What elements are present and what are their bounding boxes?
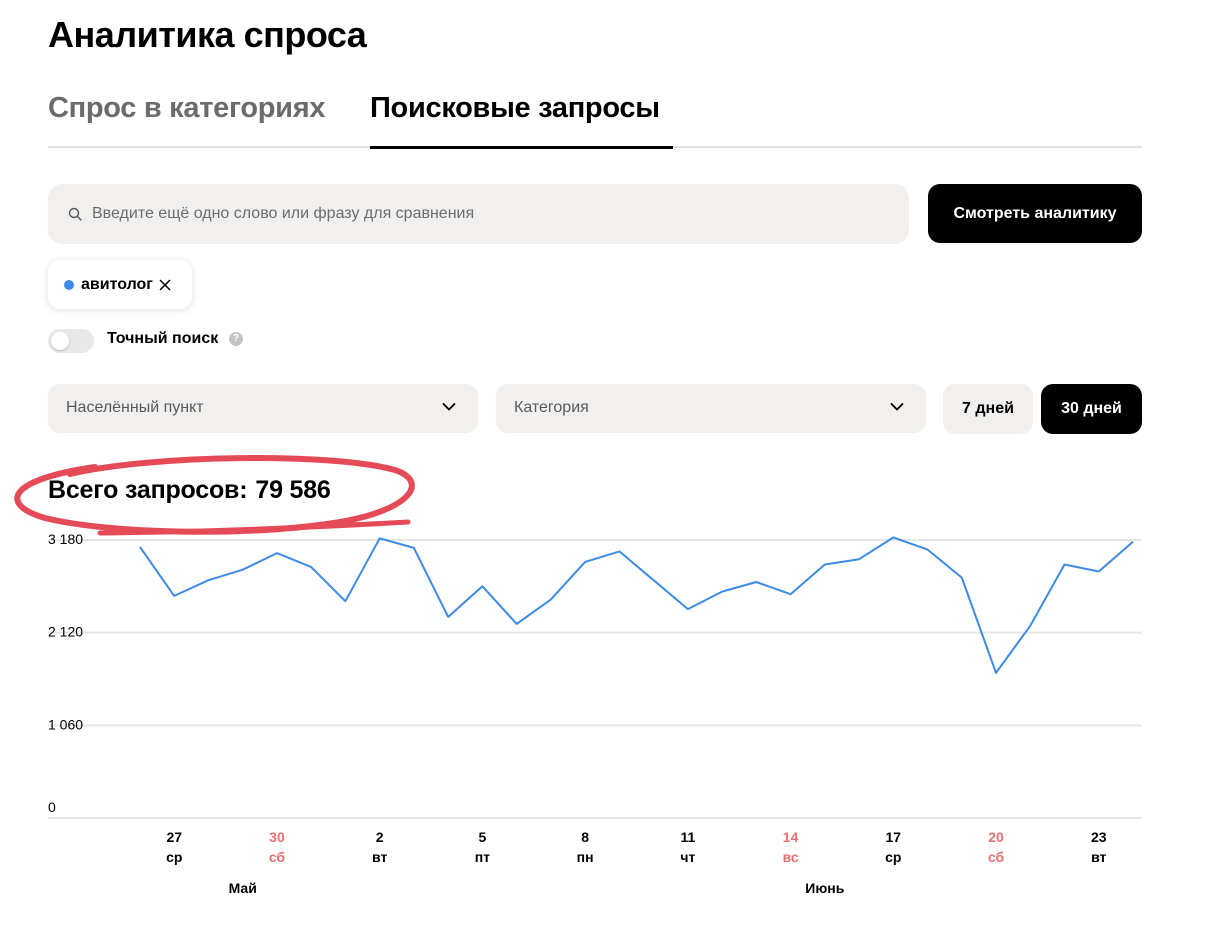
period-7-days-button[interactable]: 7 дней: [943, 384, 1033, 434]
x-tick-weekday: вт: [372, 849, 387, 865]
total-requests: Всего запросов: 79 586: [48, 476, 331, 505]
tab-category-demand[interactable]: Спрос в категориях: [48, 92, 325, 125]
search-input[interactable]: [92, 184, 892, 244]
help-icon[interactable]: ?: [229, 332, 243, 346]
y-tick-label: 2 120: [48, 624, 83, 640]
chevron-down-icon: [442, 403, 456, 411]
x-month-label: Июнь: [805, 880, 844, 896]
x-tick-day: 5: [479, 829, 487, 845]
x-tick-day: 8: [581, 829, 589, 845]
total-requests-value: 79 586: [255, 476, 331, 504]
exact-search-label: Точный поиск: [107, 330, 219, 347]
keyword-chip-label: авитолог: [81, 275, 153, 293]
city-select[interactable]: Населённый пункт: [48, 384, 478, 433]
y-tick-label: 1 060: [48, 716, 83, 732]
toggle-knob: [51, 332, 69, 350]
active-tab-indicator: [370, 146, 673, 149]
x-tick-day: 23: [1091, 829, 1107, 845]
city-select-label: Населённый пункт: [66, 399, 204, 416]
x-tick-day: 14: [783, 829, 799, 845]
x-tick-weekday: пн: [577, 849, 594, 865]
x-tick-day: 27: [166, 829, 182, 845]
view-analytics-button[interactable]: Смотреть аналитику: [928, 184, 1142, 243]
x-month-label: Май: [229, 880, 257, 896]
category-select-label: Категория: [514, 399, 589, 416]
x-tick-weekday: сб: [988, 849, 1005, 865]
x-tick-weekday: пт: [475, 849, 490, 865]
tab-search-queries[interactable]: Поисковые запросы: [370, 92, 660, 125]
x-tick-day: 11: [680, 829, 695, 845]
search-box[interactable]: [48, 184, 909, 244]
y-tick-label: 0: [48, 799, 56, 815]
keyword-chip: авитолог: [48, 260, 192, 309]
exact-search-toggle[interactable]: [48, 329, 94, 353]
x-tick-weekday: ср: [885, 849, 901, 865]
x-tick-day: 2: [376, 829, 384, 845]
x-tick-day: 17: [886, 829, 902, 845]
chart-series: [139, 536, 1134, 674]
chart-gridlines: [48, 539, 1142, 819]
y-tick-label: 3 180: [48, 531, 83, 547]
close-icon[interactable]: [158, 278, 172, 292]
x-tick-weekday: ср: [166, 849, 182, 865]
period-30-days-button[interactable]: 30 дней: [1041, 384, 1142, 434]
x-tick-day: 20: [988, 829, 1004, 845]
demand-chart: 0 1 060 2 120 3 180 27 ср 30 сб 2 вт 5 пт 8 пн 11 чт 14…: [48, 531, 1142, 896]
x-tick-weekday: вт: [1091, 849, 1106, 865]
x-tick-day: 30: [269, 829, 285, 845]
x-tick-weekday: вс: [783, 849, 799, 865]
x-tick-weekday: чт: [680, 849, 695, 865]
search-icon: [68, 207, 82, 221]
page-title: Аналитика спроса: [48, 14, 367, 55]
series-line: [139, 536, 1134, 674]
series-color-dot: [64, 279, 74, 290]
total-requests-label: Всего запросов:: [48, 476, 248, 504]
x-tick-weekday: сб: [269, 849, 286, 865]
chevron-down-icon: [890, 403, 904, 411]
chart-x-ticks: 27 ср 30 сб 2 вт 5 пт 8 пн 11 чт 14 вс 17 ср 20 сб 23 вт Май…: [166, 829, 1107, 896]
tabs-bar: Спрос в категориях Поисковые запросы: [48, 92, 1142, 149]
chart-y-ticks: 0 1 060 2 120 3 180: [48, 531, 83, 815]
category-select[interactable]: Категория: [496, 384, 926, 433]
